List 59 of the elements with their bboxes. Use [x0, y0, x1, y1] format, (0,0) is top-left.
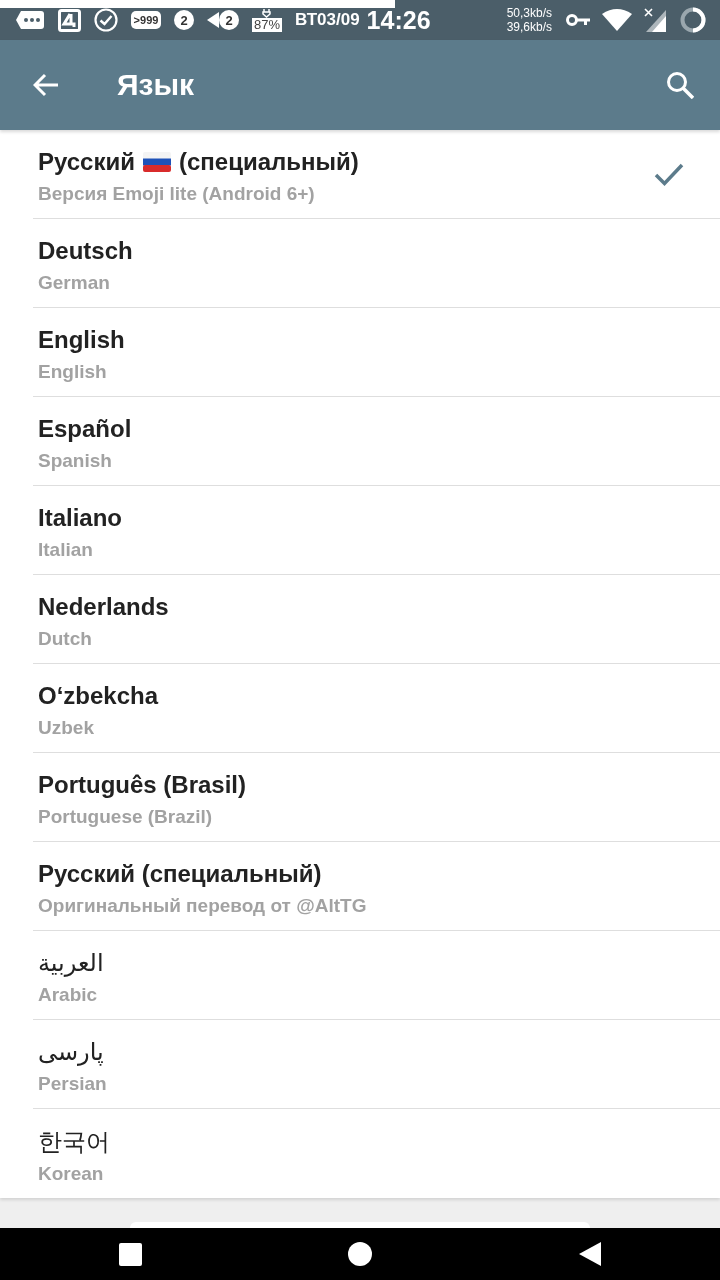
wifi-icon	[602, 9, 632, 31]
battery-percent: 87%	[252, 18, 283, 32]
ring-icon	[680, 7, 706, 33]
language-english-name: Uzbek	[38, 716, 94, 740]
language-english-name: Arabic	[38, 983, 98, 1007]
circle-icon	[348, 1242, 372, 1266]
language-item[interactable]: Deutsch German	[33, 219, 720, 308]
signal-icon	[644, 8, 668, 32]
language-english-name: Portuguese (Brazil)	[38, 805, 213, 829]
language-item[interactable]: O‘zbekcha Uzbek	[33, 664, 720, 753]
flag-icon	[143, 152, 171, 172]
language-item[interactable]: Русский (специальный) Оригинальный перевод от @AltTG	[33, 842, 720, 931]
key-icon	[566, 14, 590, 26]
count-badge: 2	[174, 10, 194, 30]
language-english-name: Persian	[38, 1072, 107, 1096]
back-arrow-icon	[33, 73, 59, 97]
language-english-name: German	[38, 271, 110, 295]
language-english-name: English	[38, 360, 107, 384]
language-name: پارسی	[38, 1037, 104, 1067]
language-item[interactable]: 한국어 Korean	[33, 1109, 720, 1198]
language-name: العربية	[38, 948, 104, 978]
language-item[interactable]: Español Spanish	[33, 397, 720, 486]
screen-title: Язык	[117, 68, 195, 102]
language-english-name: Dutch	[38, 627, 92, 651]
language-name: Español	[38, 414, 132, 444]
download-speed: 39,6kb/s	[506, 20, 552, 34]
plug-icon	[261, 8, 273, 18]
count-badge: >999	[131, 11, 161, 29]
language-name: English	[38, 325, 125, 355]
square-icon	[58, 8, 81, 32]
language-name: O‘zbekcha	[38, 681, 159, 711]
language-name: Português (Brasil)	[38, 770, 247, 800]
language-name-suffix: (специальный)	[179, 147, 359, 177]
language-name: Русский	[38, 147, 135, 177]
status-time: 14:26	[366, 5, 431, 35]
language-english-name: Spanish	[38, 449, 112, 473]
language-english-name: Italian	[38, 538, 93, 562]
language-item[interactable]: Português (Brasil) Portuguese (Brazil)	[33, 753, 720, 842]
language-english-name: Версия Emoji lite (Android 6+)	[38, 182, 315, 206]
language-english-name: Оригинальный перевод от @AltTG	[38, 894, 367, 918]
language-item[interactable]: Italiano Italian	[33, 486, 720, 575]
triangle-icon	[207, 12, 219, 28]
language-name: Deutsch	[38, 236, 133, 266]
language-name: Nederlands	[38, 592, 169, 622]
language-name: 한국어	[38, 1126, 110, 1157]
language-english-name: Korean	[38, 1161, 104, 1186]
chat-bubble-icon	[15, 9, 45, 31]
language-name: Italiano	[38, 503, 122, 533]
language-item[interactable]: Русский (специальный) Версия Emoji lite (Android 6+)	[33, 130, 720, 219]
status-date: ВТ03/09	[295, 10, 360, 30]
square-icon	[118, 1242, 142, 1266]
language-name: Русский (специальный)	[38, 859, 322, 889]
upload-speed: 50,3kb/s	[506, 6, 552, 20]
checkmark-icon	[654, 162, 684, 186]
check-circle-icon	[94, 8, 118, 32]
language-item[interactable]: English English	[33, 308, 720, 397]
search-icon	[666, 71, 694, 99]
language-item[interactable]: Nederlands Dutch	[33, 575, 720, 664]
triangle-icon	[579, 1242, 601, 1266]
